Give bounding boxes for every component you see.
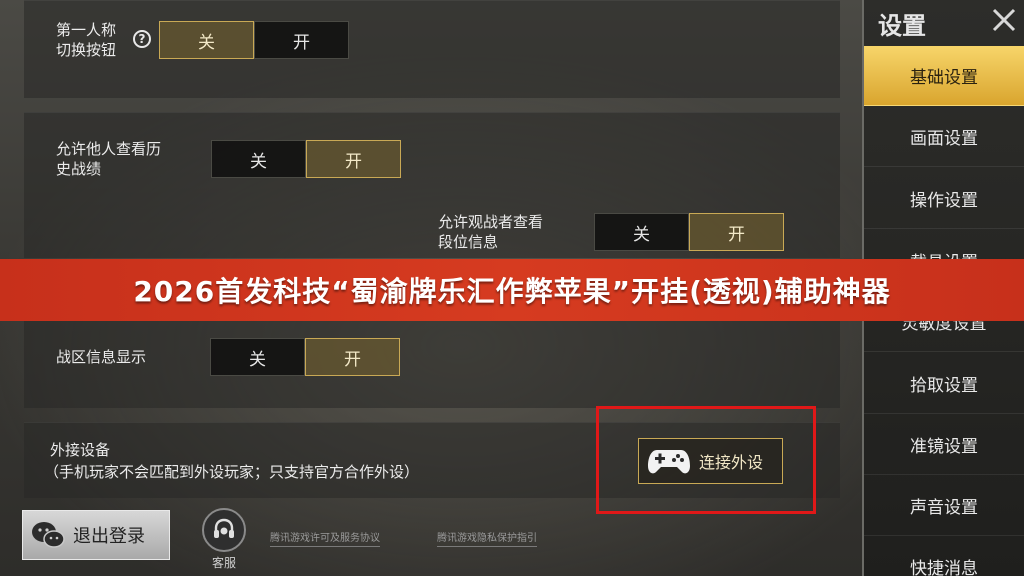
customer-service-button[interactable]: 客服 [196, 508, 252, 570]
sidebar-item-pickup[interactable]: 拾取设置 [864, 354, 1024, 414]
zone-info-toggle: 关 开 [210, 338, 400, 376]
label-line: 允许他人查看历 [56, 140, 162, 158]
service-agreement-link[interactable]: 腾讯游戏许可及服务协议 [270, 529, 380, 547]
sidebar-item-graphics[interactable]: 画面设置 [864, 107, 1024, 167]
toggle-off-button[interactable]: 关 [211, 140, 306, 178]
rank-info-toggle: 关 开 [594, 213, 784, 251]
sidebar-item-sound[interactable]: 声音设置 [864, 476, 1024, 536]
overlay-banner: 2026首发科技“蜀渝牌乐汇作弊苹果”开挂(透视)辅助神器 [0, 259, 1024, 321]
gamepad-icon [648, 450, 690, 474]
external-device-note: （手机玩家不会匹配到外设玩家；只支持官方合作外设） [44, 463, 420, 481]
sidebar-item-basic[interactable]: 基础设置 [864, 46, 1024, 106]
sidebar-item-controls[interactable]: 操作设置 [864, 169, 1024, 229]
logout-button[interactable]: 退出登录 [22, 510, 170, 560]
logout-label: 退出登录 [73, 526, 145, 547]
sidebar-item-quick-message[interactable]: 快捷消息 [864, 537, 1024, 576]
close-icon[interactable] [990, 6, 1018, 34]
history-label: 允许他人查看历 史战绩 [56, 139, 161, 179]
help-icon[interactable]: ? [133, 30, 151, 48]
history-toggle: 关 开 [211, 140, 401, 178]
setting-panel-zone-info [24, 320, 840, 408]
rank-info-label: 允许观战者查看 段位信息 [438, 212, 543, 252]
label-line: 段位信息 [438, 233, 499, 251]
sidebar-item-scope[interactable]: 准镜设置 [864, 415, 1024, 475]
first-person-toggle: 关 开 [159, 21, 349, 59]
toggle-off-button[interactable]: 关 [210, 338, 305, 376]
toggle-on-button[interactable]: 开 [306, 140, 401, 178]
customer-service-label: 客服 [211, 556, 236, 570]
toggle-on-button[interactable]: 开 [305, 338, 400, 376]
sidebar-title: 设置 [878, 12, 926, 40]
external-device-title: 外接设备 [50, 441, 111, 459]
toggle-on-button[interactable]: 开 [689, 213, 784, 251]
label-line: 史战绩 [56, 160, 102, 178]
wechat-icon [32, 522, 65, 548]
setting-panel-first-person [24, 0, 840, 98]
toggle-off-button[interactable]: 关 [594, 213, 689, 251]
headset-icon [202, 508, 246, 552]
label-line: 切换按钮 [56, 41, 117, 59]
label-line: 第一人称 [56, 21, 117, 39]
zone-info-label: 战区信息显示 [56, 348, 147, 366]
toggle-off-button[interactable]: 关 [159, 21, 254, 59]
toggle-on-button[interactable]: 开 [254, 21, 349, 59]
connect-device-label: 连接外设 [699, 453, 764, 472]
connect-device-button[interactable]: 连接外设 [638, 438, 783, 484]
first-person-label: 第一人称 切换按钮 [56, 20, 116, 60]
privacy-policy-link[interactable]: 腾讯游戏隐私保护指引 [437, 529, 537, 547]
label-line: 允许观战者查看 [438, 213, 544, 231]
